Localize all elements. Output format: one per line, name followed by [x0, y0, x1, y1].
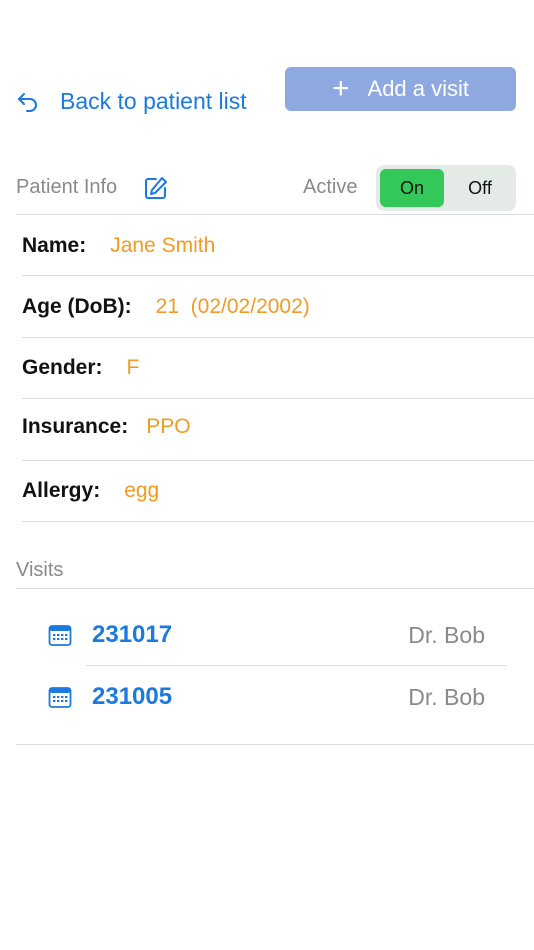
divider: [16, 214, 534, 215]
divider: [22, 337, 534, 338]
visit-doctor: Dr. Bob: [408, 621, 485, 648]
divider: [22, 398, 534, 399]
divider: [16, 744, 534, 745]
back-arrow-icon: [18, 93, 37, 112]
name-value: Jane Smith: [110, 234, 216, 257]
visit-item[interactable]: 231017 Dr. Bob: [48, 619, 488, 651]
patient-info-label: Patient Info: [16, 176, 118, 198]
add-visit-label: Add a visit: [367, 76, 470, 101]
divider: [86, 665, 507, 666]
plus-icon: +: [331, 72, 350, 105]
info-row-insurance: Insurance: PPO: [22, 412, 191, 442]
calendar-icon: [48, 687, 72, 708]
gender-value: F: [126, 356, 140, 379]
allergy-label: Allergy:: [22, 479, 101, 502]
insurance-value: PPO: [146, 415, 191, 438]
divider: [22, 521, 534, 522]
age-label: Age (DoB):: [22, 295, 132, 318]
allergy-value: egg: [124, 479, 160, 502]
visits-label: Visits: [16, 559, 64, 581]
active-label: Active: [303, 176, 358, 198]
age-value: 21 (02/02/2002): [155, 295, 310, 318]
toggle-on-option[interactable]: On: [380, 169, 444, 207]
toggle-off-option[interactable]: Off: [448, 169, 512, 207]
name-label: Name:: [22, 234, 87, 257]
calendar-icon: [48, 625, 72, 646]
info-row-gender: Gender: F: [22, 353, 139, 383]
info-row-name: Name: Jane Smith: [22, 231, 215, 261]
visit-doctor: Dr. Bob: [408, 683, 485, 710]
visit-id: 231017: [92, 621, 173, 648]
back-link-label: Back to patient list: [60, 87, 247, 114]
add-visit-button[interactable]: + Add a visit: [285, 67, 516, 111]
info-row-allergy: Allergy: egg: [22, 476, 159, 506]
active-toggle[interactable]: On Off: [376, 165, 516, 211]
divider: [22, 460, 534, 461]
info-row-age: Age (DoB): 21 (02/02/2002): [22, 292, 310, 322]
back-to-patient-list-link[interactable]: Back to patient list: [16, 86, 247, 116]
visit-id: 231005: [92, 683, 173, 710]
edit-icon[interactable]: [143, 175, 169, 201]
visit-item[interactable]: 231005 Dr. Bob: [48, 681, 488, 713]
insurance-label: Insurance:: [22, 415, 129, 438]
gender-label: Gender:: [22, 356, 103, 379]
divider: [22, 275, 534, 276]
divider: [16, 588, 534, 589]
